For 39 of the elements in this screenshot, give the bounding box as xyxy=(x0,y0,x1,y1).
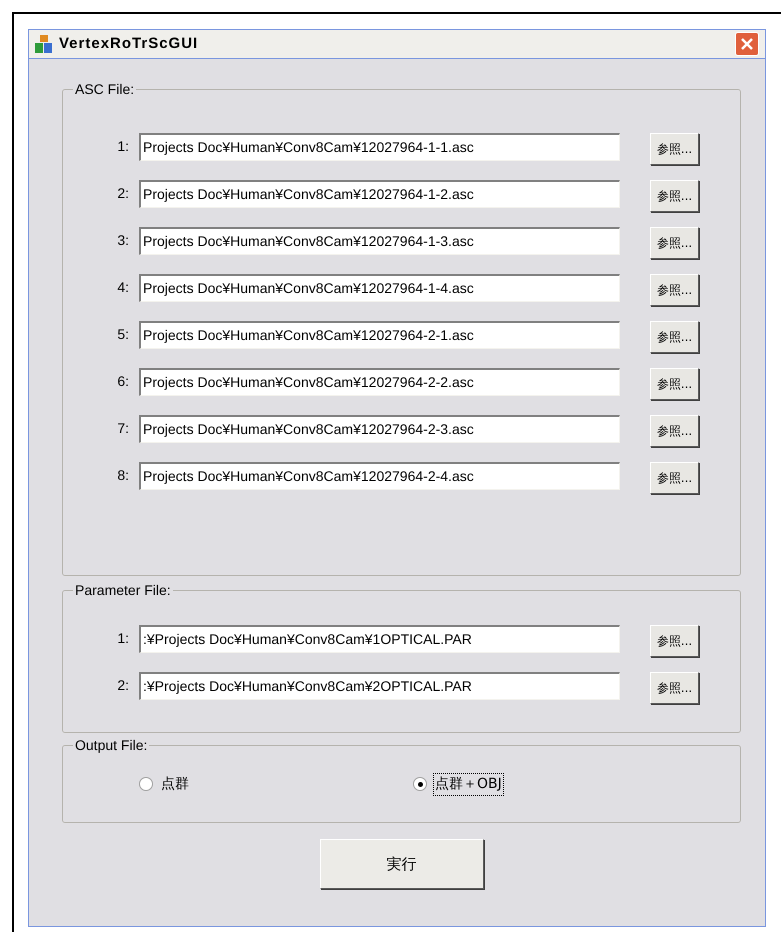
row-number: 2: xyxy=(116,676,130,695)
browse-button[interactable]: 参照... xyxy=(650,226,699,258)
browse-button[interactable]: 参照... xyxy=(650,132,699,164)
run-button[interactable]: 実行 xyxy=(320,839,484,889)
path-field[interactable]: :¥Projects Doc¥Human¥Conv8Cam¥1OPTICAL.PAR xyxy=(139,624,620,652)
path-field[interactable]: Projects Doc¥Human¥Conv8Cam¥12027964-1-3.asc xyxy=(139,226,620,254)
row-number: 6: xyxy=(116,372,130,391)
row-number: 2: xyxy=(116,184,130,203)
browse-button[interactable]: 参照... xyxy=(650,180,699,212)
browse-button[interactable]: 参照... xyxy=(650,462,699,494)
browse-button[interactable]: 参照... xyxy=(650,414,699,446)
radio-button[interactable] xyxy=(413,777,427,791)
row-number: 8: xyxy=(116,466,130,485)
app-icon xyxy=(35,35,53,53)
path-field[interactable]: Projects Doc¥Human¥Conv8Cam¥12027964-2-3.asc xyxy=(139,414,620,442)
row-number: 7: xyxy=(116,419,130,438)
path-field[interactable]: Projects Doc¥Human¥Conv8Cam¥12027964-1-4.asc xyxy=(139,274,620,302)
browse-button[interactable]: 参照... xyxy=(650,274,699,306)
browse-button[interactable]: 参照... xyxy=(650,624,699,656)
row-number: 3: xyxy=(116,231,130,250)
browse-button[interactable]: 参照... xyxy=(650,320,699,352)
radio-label[interactable]: 点群＋OBJ xyxy=(433,772,504,796)
close-icon xyxy=(741,38,753,50)
close-button[interactable] xyxy=(735,32,759,56)
row-number: 1: xyxy=(116,629,130,648)
row-number: 5: xyxy=(116,325,130,344)
browse-button[interactable]: 参照... xyxy=(650,368,699,400)
path-field[interactable]: Projects Doc¥Human¥Conv8Cam¥12027964-2-4.asc xyxy=(139,462,620,490)
browse-button[interactable]: 参照... xyxy=(650,672,699,704)
path-field[interactable]: Projects Doc¥Human¥Conv8Cam¥12027964-2-2.asc xyxy=(139,368,620,396)
window-title: VertexRoTrScGUI xyxy=(59,34,198,54)
path-field[interactable]: Projects Doc¥Human¥Conv8Cam¥12027964-1-1.asc xyxy=(139,132,620,160)
row-number: 4: xyxy=(116,278,130,297)
path-field[interactable]: Projects Doc¥Human¥Conv8Cam¥12027964-1-2.asc xyxy=(139,180,620,208)
radio-button[interactable] xyxy=(139,777,153,791)
radio-label[interactable]: 点群 xyxy=(159,772,191,796)
path-field[interactable]: :¥Projects Doc¥Human¥Conv8Cam¥2OPTICAL.PAR xyxy=(139,672,620,700)
path-field[interactable]: Projects Doc¥Human¥Conv8Cam¥12027964-2-1.asc xyxy=(139,320,620,348)
row-number: 1: xyxy=(116,137,130,156)
